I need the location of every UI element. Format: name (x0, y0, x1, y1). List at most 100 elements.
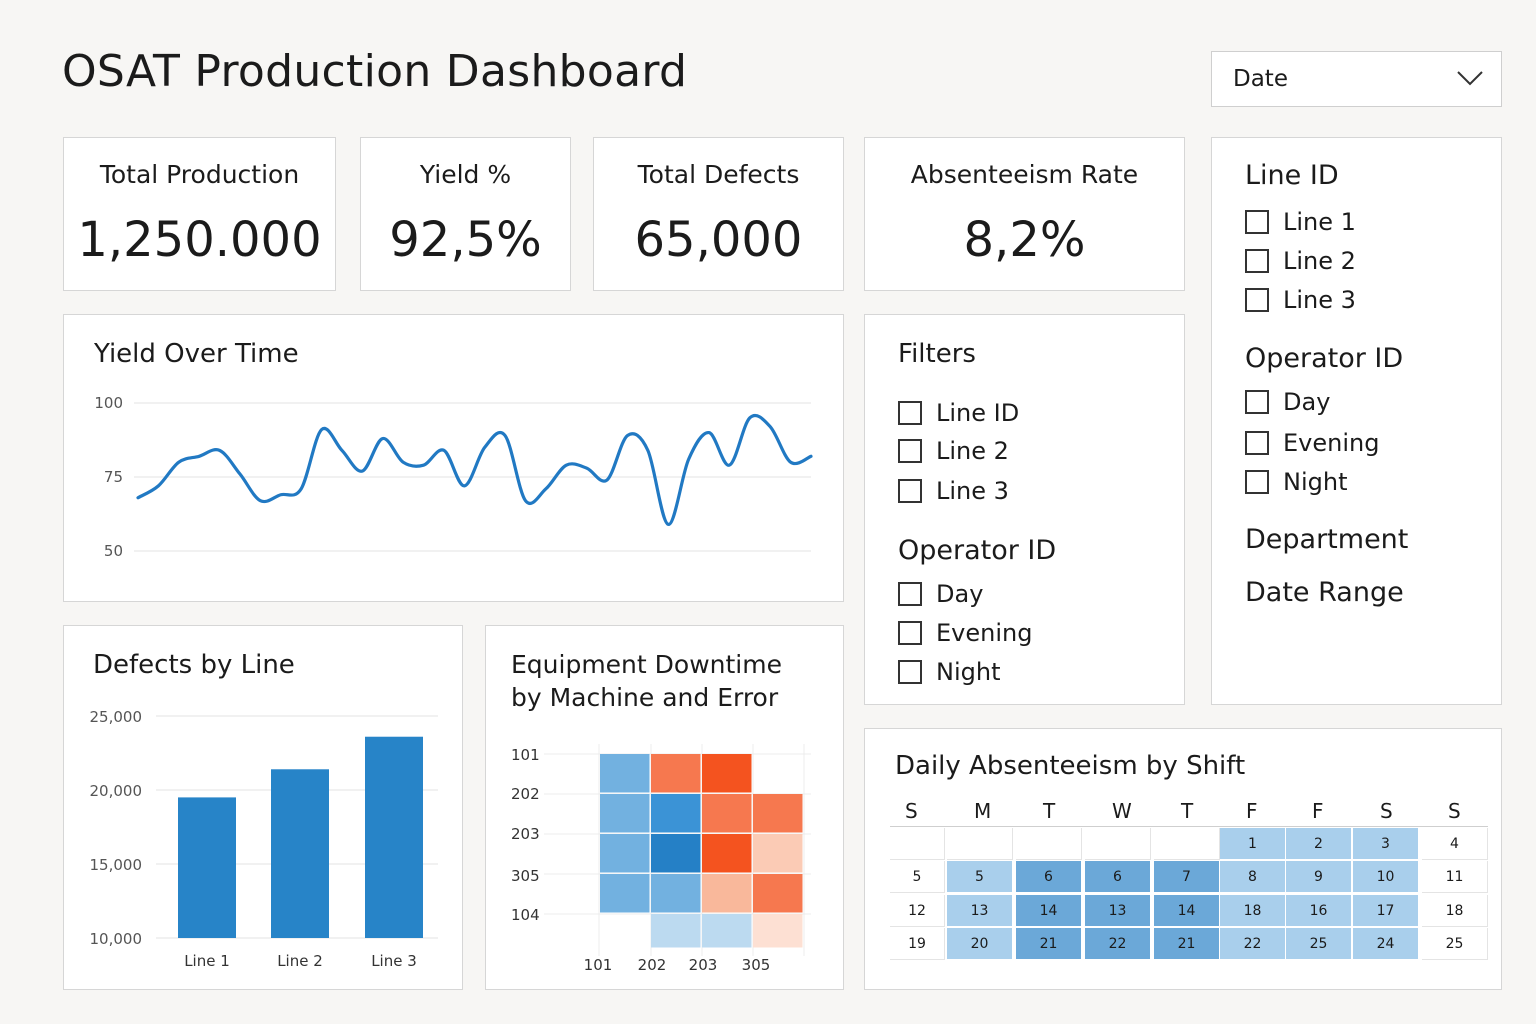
checkbox-box[interactable] (1245, 210, 1269, 234)
department-heading[interactable]: Department (1245, 524, 1408, 555)
filter-line-3-checkbox[interactable]: Line 3 (898, 477, 1009, 505)
checkbox-label: Night (1283, 468, 1348, 496)
date-range-heading[interactable]: Date Range (1245, 577, 1404, 608)
calendar-day-cell[interactable]: 4 (1422, 828, 1488, 860)
calendar-day-cell[interactable]: 14 (1154, 895, 1220, 927)
calendar-day-cell[interactable]: 11 (1422, 861, 1488, 893)
calendar-day-cell[interactable]: 18 (1220, 895, 1286, 927)
checkbox-label: Line 2 (936, 437, 1009, 465)
heatmap-cell[interactable] (753, 834, 803, 873)
filter-evening-checkbox[interactable]: Evening (898, 619, 1032, 647)
equipment-downtime-panel: Equipment Downtime by Machine and Error … (485, 625, 844, 990)
calendar-day-cell[interactable]: 8 (1220, 861, 1286, 893)
calendar-day-cell[interactable] (1016, 828, 1082, 860)
yield-line-chart: 100 75 50 (94, 394, 813, 560)
calendar-day-cell[interactable]: 3 (1353, 828, 1419, 860)
bar[interactable] (271, 769, 329, 938)
calendar-day-cell[interactable]: 17 (1353, 895, 1419, 927)
daily-absenteeism-panel: Daily Absenteeism by Shift SMTWTFFSS1234… (864, 728, 1502, 990)
checkbox-box[interactable] (1245, 431, 1269, 455)
heatmap-cell[interactable] (753, 794, 803, 833)
heatmap-cell[interactable] (600, 834, 650, 873)
heatmap-cell[interactable] (702, 794, 752, 833)
heatmap-cell[interactable] (651, 794, 701, 833)
evening-checkbox[interactable]: Evening (1245, 429, 1379, 457)
heatmap-cell[interactable] (651, 754, 701, 793)
line-1-checkbox[interactable]: Line 1 (1245, 208, 1356, 236)
checkbox-box[interactable] (898, 621, 922, 645)
heatmap-cell[interactable] (753, 914, 803, 948)
y-tick-label: 100 (94, 394, 123, 412)
operator-id-heading: Operator ID (1245, 343, 1404, 374)
heatmap-cell[interactable] (600, 754, 650, 793)
y-tick-label: 25,000 (90, 708, 143, 726)
checkbox-box[interactable] (898, 439, 922, 463)
bar[interactable] (365, 736, 423, 938)
calendar-day-cell[interactable]: 24 (1353, 928, 1419, 960)
calendar-day-cell[interactable]: 1 (1220, 828, 1286, 860)
filter-operator-heading: Operator ID (898, 535, 1057, 566)
heatmap-cell[interactable] (702, 874, 752, 913)
bar[interactable] (178, 797, 236, 938)
calendar-day-cell[interactable]: 7 (1154, 861, 1220, 893)
calendar-day-cell[interactable]: 12 (890, 895, 945, 927)
calendar-day-cell[interactable]: 14 (1016, 895, 1082, 927)
calendar-day-cell[interactable]: 9 (1286, 861, 1352, 893)
filter-day-checkbox[interactable]: Day (898, 580, 983, 608)
downtime-heatmap: 101 202 203 305 104 101 202 203 305 (511, 744, 811, 974)
filter-night-checkbox[interactable]: Night (898, 658, 1000, 686)
calendar-day-cell[interactable]: 19 (890, 928, 945, 960)
filter-line-2-checkbox[interactable]: Line 2 (898, 437, 1009, 465)
kpi-card-total-production: Total Production 1,250.000 (63, 137, 336, 291)
calendar-day-cell[interactable]: 20 (947, 928, 1013, 960)
day-checkbox[interactable]: Day (1245, 388, 1330, 416)
date-dropdown[interactable]: Date (1211, 51, 1502, 107)
calendar-day-cell[interactable]: 5 (947, 861, 1013, 893)
checkbox-box[interactable] (1245, 390, 1269, 414)
checkbox-box[interactable] (898, 479, 922, 503)
kpi-value: 92,5% (389, 212, 542, 268)
calendar-day-cell[interactable]: 18 (1422, 895, 1488, 927)
heatmap-cell[interactable] (651, 834, 701, 873)
calendar-day-cell[interactable] (947, 828, 1013, 860)
calendar-day-cell[interactable]: 6 (1016, 861, 1082, 893)
calendar-day-cell[interactable] (1085, 828, 1151, 860)
heatmap-cell[interactable] (753, 874, 803, 913)
heatmap-cell[interactable] (651, 874, 701, 913)
checkbox-box[interactable] (1245, 288, 1269, 312)
heatmap-cell[interactable] (702, 914, 752, 948)
calendar-day-cell[interactable]: 16 (1286, 895, 1352, 927)
heatmap-cell[interactable] (702, 834, 752, 873)
line-2-checkbox[interactable]: Line 2 (1245, 247, 1356, 275)
calendar-day-cell[interactable]: 2 (1286, 828, 1352, 860)
night-checkbox[interactable]: Night (1245, 468, 1347, 496)
checkbox-box[interactable] (1245, 249, 1269, 273)
heatmap-cell[interactable] (600, 874, 650, 913)
checkbox-box[interactable] (1245, 470, 1269, 494)
calendar-day-cell[interactable] (1154, 828, 1220, 860)
calendar-day-cell[interactable]: 5 (890, 861, 945, 893)
calendar-day-cell[interactable]: 13 (1085, 895, 1151, 927)
filter-line-id-checkbox[interactable]: Line ID (898, 399, 1019, 427)
kpi-label: Absenteeism Rate (910, 160, 1139, 189)
calendar-day-cell[interactable] (890, 828, 945, 860)
calendar-day-cell[interactable]: 22 (1085, 928, 1151, 960)
calendar-day-cell[interactable]: 21 (1016, 928, 1082, 960)
calendar-day-header: S (905, 799, 918, 823)
calendar-day-cell[interactable]: 10 (1353, 861, 1419, 893)
checkbox-label: Line 2 (1283, 247, 1356, 275)
checkbox-box[interactable] (898, 660, 922, 684)
calendar-day-cell[interactable]: 13 (947, 895, 1013, 927)
heatmap-cell[interactable] (651, 914, 701, 948)
checkbox-box[interactable] (898, 401, 922, 425)
calendar-day-cell[interactable]: 6 (1085, 861, 1151, 893)
checkbox-box[interactable] (898, 582, 922, 606)
calendar-day-cell[interactable]: 25 (1286, 928, 1352, 960)
heatmap-cell[interactable] (702, 754, 752, 793)
calendar-day-cell[interactable]: 21 (1154, 928, 1220, 960)
calendar-day-cell[interactable]: 22 (1220, 928, 1286, 960)
y-tick-label: 10,000 (90, 930, 143, 948)
heatmap-cell[interactable] (600, 794, 650, 833)
line-3-checkbox[interactable]: Line 3 (1245, 286, 1356, 314)
calendar-day-cell[interactable]: 25 (1422, 928, 1488, 960)
